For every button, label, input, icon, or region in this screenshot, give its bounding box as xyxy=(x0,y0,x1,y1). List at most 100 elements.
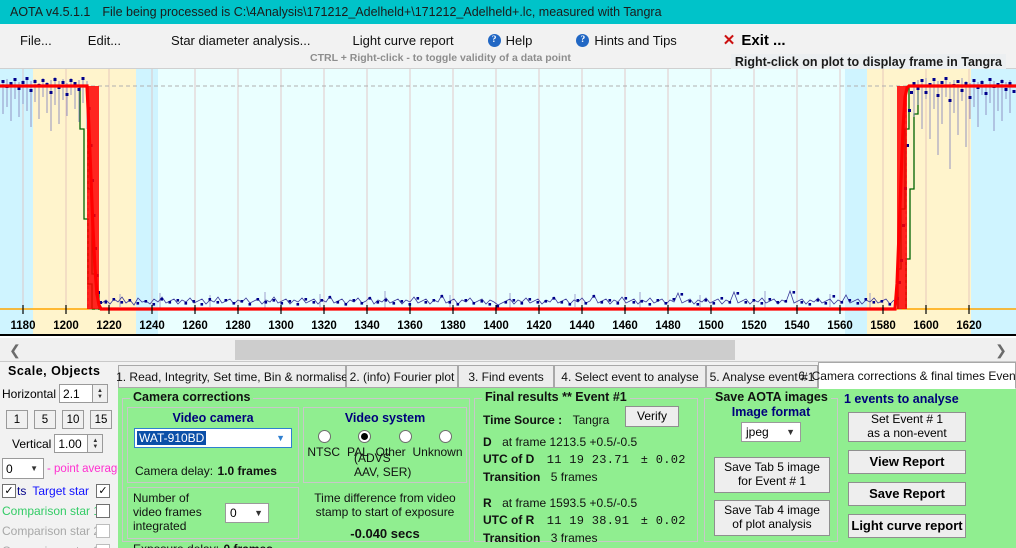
utc-r-value: 11 19 38.91 xyxy=(546,514,630,528)
zoom-preset-15[interactable]: 15 xyxy=(90,410,112,429)
image-format-select[interactable]: jpeg ▼ xyxy=(741,422,801,442)
chevron-down-icon: ▼ xyxy=(276,433,285,443)
tab-6-camera-corrections[interactable]: 6. Camera corrections & final times Even… xyxy=(798,362,1016,389)
object-row-comparison-star-3: Comparison star 3 xyxy=(2,542,110,548)
save-tab4-image-button[interactable]: Save Tab 4 image of plot analysis xyxy=(714,500,830,536)
tab-3-find-events[interactable]: 3. Find events xyxy=(458,365,554,388)
x-tick-1420: 1420 xyxy=(526,320,552,332)
radio-ntsc[interactable] xyxy=(317,430,331,443)
chevron-down-icon: ▼ xyxy=(254,507,263,518)
aota-application-window: AOTA v4.5.1.1 File being processed is C:… xyxy=(0,0,1016,548)
menu-item-light-curve-report[interactable]: Light curve report xyxy=(341,30,466,51)
tab-strip: 1. Read, Integrity, Set time, Bin & norm… xyxy=(116,362,1016,389)
x-tick-1220: 1220 xyxy=(96,320,122,332)
d-transition-row: Transition 5 frames xyxy=(483,468,597,486)
frames-integrated-label: Number of video frames integrated xyxy=(133,491,202,533)
menu-item-list: File... Edit... Star diameter analysis..… xyxy=(0,28,798,52)
vertical-label: Vertical xyxy=(12,436,52,451)
plot-canvas[interactable] xyxy=(0,69,1016,314)
zoom-preset-buttons: 1 5 10 15 xyxy=(6,410,112,429)
chevron-left-icon[interactable]: ❮ xyxy=(4,338,26,362)
x-tick-1460: 1460 xyxy=(612,320,638,332)
menu-item-file[interactable]: File... xyxy=(8,30,64,51)
radio-unknown[interactable] xyxy=(439,430,453,443)
set-non-event-button[interactable]: Set Event # 1 as a non-event xyxy=(848,412,966,442)
tab-4-select-event[interactable]: 4. Select event to analyse xyxy=(554,365,706,388)
vertical-spinner[interactable]: ▲ ▼ xyxy=(88,434,104,453)
camera-corrections-group-title: Camera corrections xyxy=(130,390,254,404)
plot-x-axis: 1180 1200 1220 1240 1260 1280 1300 1320 … xyxy=(0,314,1016,334)
object-checkbox-comparison-star-1[interactable] xyxy=(96,504,110,518)
save-report-button[interactable]: Save Report xyxy=(848,482,966,506)
verify-button[interactable]: Verify xyxy=(625,406,679,427)
save-tab4-line2: of plot analysis xyxy=(732,517,812,531)
camera-delay-row: Camera delay: 1.0 frames xyxy=(135,462,298,480)
camera-corrections-group: Camera corrections Video camera WAT-910B… xyxy=(122,390,470,548)
light-curve-plot[interactable]: 1180 1200 1220 1240 1260 1280 1300 1320 … xyxy=(0,69,1016,336)
video-camera-value: WAT-910BD xyxy=(137,431,207,445)
point-average-row: 0 ▼ - point average xyxy=(2,458,118,479)
r-transition-label: Transition xyxy=(483,531,541,545)
vertical-scale-input[interactable]: 1.00 xyxy=(54,434,89,453)
exit-button-label: Exit ... xyxy=(741,31,786,49)
r-frame-text: at frame 1593.5 +0.5/-0.5 xyxy=(502,496,638,510)
menu-item-help[interactable]: ? Help xyxy=(476,30,545,51)
video-system-group: Video system NTSC PAL Other Unknown (ADV… xyxy=(303,407,467,483)
video-camera-group: Video camera WAT-910BD ▼ Camera delay: 1… xyxy=(127,407,299,483)
frames-integrated-select[interactable]: 0 ▼ xyxy=(225,502,269,523)
save-tab5-line2: for Event # 1 xyxy=(737,474,807,488)
x-tick-1500: 1500 xyxy=(698,320,724,332)
menu-item-hints-label: Hints and Tips xyxy=(594,32,677,48)
zoom-preset-10[interactable]: 10 xyxy=(62,410,84,429)
menu-item-help-label: Help xyxy=(505,32,533,48)
save-tab4-line1: Save Tab 4 image xyxy=(724,503,820,518)
x-tick-1480: 1480 xyxy=(655,320,681,332)
radio-label-ntsc: NTSC xyxy=(307,445,341,459)
horizontal-spinner[interactable]: ▲ ▼ xyxy=(93,384,109,403)
x-tick-1560: 1560 xyxy=(827,320,853,332)
rightclick-plot-hint: Right-click on plot to display frame in … xyxy=(730,54,1006,70)
radio-pal-dot xyxy=(361,433,369,440)
utc-d-value: 11 19 23.71 xyxy=(546,453,630,467)
video-camera-select[interactable]: WAT-910BD ▼ xyxy=(134,428,292,448)
scale-objects-title: Scale, Objects xyxy=(8,364,101,378)
object-row-comparison-star-1: Comparison star 1 xyxy=(2,502,110,520)
points-checkbox[interactable]: ✓ xyxy=(2,484,16,498)
d-transition-label: Transition xyxy=(483,470,541,484)
view-report-button[interactable]: View Report xyxy=(848,450,966,474)
menu-item-edit-label: Edit... xyxy=(87,32,122,48)
scrollbar-thumb[interactable] xyxy=(235,340,735,360)
time-source-label: Time Source : xyxy=(483,413,563,427)
x-tick-1320: 1320 xyxy=(311,320,337,332)
exit-button[interactable]: ✕ Exit ... xyxy=(711,28,798,52)
menu-item-file-label: File... xyxy=(20,32,52,48)
tab-1-read-integrity[interactable]: 1. Read, Integrity, Set time, Bin & norm… xyxy=(116,365,348,388)
horizontal-scale-input[interactable]: 2.1 xyxy=(59,384,94,403)
time-difference-label: Time difference from video stamp to star… xyxy=(314,491,456,520)
app-version-label: AOTA v4.5.1.1 xyxy=(10,5,91,19)
chevron-right-icon[interactable]: ❯ xyxy=(990,338,1012,362)
radio-pal[interactable] xyxy=(358,430,372,443)
save-aota-images-group: Save AOTA images Image format jpeg ▼ Sav… xyxy=(704,390,838,542)
save-aota-images-title: Save AOTA images xyxy=(712,390,831,404)
radio-other[interactable] xyxy=(398,430,412,443)
zoom-preset-5[interactable]: 5 xyxy=(34,410,56,429)
point-average-select[interactable]: 0 ▼ xyxy=(2,458,44,479)
menu-item-star-diameter-label: Star diameter analysis... xyxy=(171,32,311,48)
camera-delay-value: 1.0 frames xyxy=(217,464,277,478)
video-system-title: Video system xyxy=(344,411,426,425)
tab-2-fourier-plot[interactable]: 2. (info) Fourier plot xyxy=(346,365,458,388)
events-count-label: 1 events to analyse xyxy=(844,392,959,406)
light-curve-report-button[interactable]: Light curve report xyxy=(848,514,966,538)
zoom-preset-1[interactable]: 1 xyxy=(6,410,28,429)
menu-item-edit[interactable]: Edit... xyxy=(76,30,133,51)
r-transition-value: 3 frames xyxy=(550,531,598,545)
frames-integrated-row: Number of video frames integrated 0 ▼ xyxy=(133,491,298,533)
plot-horizontal-scrollbar[interactable]: ❮ ❯ xyxy=(0,338,1016,362)
video-camera-title: Video camera xyxy=(172,411,254,425)
object-checkbox-comparison-star-2 xyxy=(96,524,110,538)
save-tab5-image-button[interactable]: Save Tab 5 image for Event # 1 xyxy=(714,457,830,493)
object-checkbox-target-star[interactable]: ✓ xyxy=(96,484,110,498)
menu-item-hints-and-tips[interactable]: ? Hints and Tips xyxy=(564,30,688,51)
menu-item-star-diameter-analysis[interactable]: Star diameter analysis... xyxy=(159,30,322,51)
